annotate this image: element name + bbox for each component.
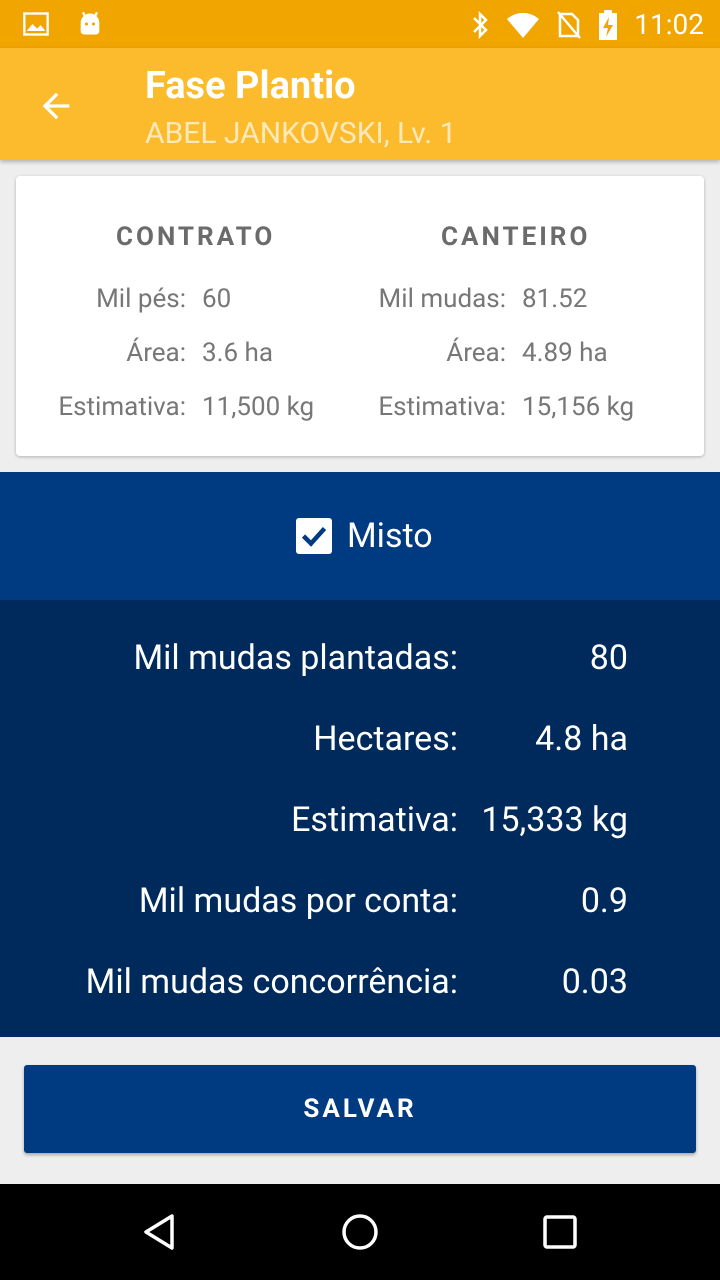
results-panel: Mil mudas plantadas: 80 Hectares: 4.8 ha… xyxy=(0,600,720,1037)
recents-square-icon[interactable] xyxy=(542,1214,578,1250)
result-value: 0.03 xyxy=(561,962,628,1002)
result-value: 0.9 xyxy=(580,881,628,921)
page-title: Fase Plantio xyxy=(145,64,356,108)
misto-checkbox[interactable] xyxy=(296,518,332,554)
canteiro-label: Área: xyxy=(446,338,506,368)
image-icon xyxy=(23,12,49,36)
home-circle-icon[interactable] xyxy=(340,1212,380,1252)
result-label: Estimativa: xyxy=(291,800,458,840)
result-value: 4.8 ha xyxy=(535,719,628,759)
wifi-icon xyxy=(507,12,540,38)
contrato-value: 11,500 kg xyxy=(202,392,315,422)
android-icon xyxy=(80,11,100,35)
canteiro-heading: CANTEIRO xyxy=(441,222,591,252)
contrato-label: Estimativa: xyxy=(58,392,186,422)
result-label: Mil mudas concorrência: xyxy=(85,962,458,1002)
canteiro-value: 4.89 ha xyxy=(522,338,608,368)
result-label: Mil mudas por conta: xyxy=(138,881,458,921)
misto-label[interactable]: Misto xyxy=(347,516,433,556)
result-label: Mil mudas plantadas: xyxy=(133,638,458,678)
contrato-label: Mil pés: xyxy=(96,284,186,314)
status-bar: 11:02 xyxy=(0,0,720,48)
save-button[interactable]: SALVAR xyxy=(24,1065,696,1153)
arrow-left-icon[interactable] xyxy=(36,86,76,126)
checkmark-icon xyxy=(301,526,327,547)
contrato-value: 3.6 ha xyxy=(202,338,273,368)
result-value: 80 xyxy=(589,638,628,678)
app-bar: Fase Plantio ABEL JANKOVSKI, Lv. 1 xyxy=(0,48,720,160)
canteiro-label: Estimativa: xyxy=(378,392,506,422)
status-time: 11:02 xyxy=(634,8,704,41)
contrato-heading: CONTRATO xyxy=(116,222,276,252)
result-label: Hectares: xyxy=(313,719,458,759)
no-sim-icon xyxy=(557,10,582,39)
page-subtitle: ABEL JANKOVSKI, Lv. 1 xyxy=(145,116,457,151)
bluetooth-icon xyxy=(473,10,489,39)
canteiro-value: 81.52 xyxy=(522,284,588,314)
navigation-bar xyxy=(0,1184,720,1280)
summary-card: CONTRATO Mil pés: 60 Área: 3.6 ha Estima… xyxy=(16,176,704,456)
contrato-label: Área: xyxy=(126,338,186,368)
result-value: 15,333 kg xyxy=(481,800,628,840)
canteiro-label: Mil mudas: xyxy=(378,284,506,314)
back-triangle-icon[interactable] xyxy=(140,1212,180,1252)
battery-charging-icon xyxy=(599,9,618,40)
canteiro-value: 15,156 kg xyxy=(522,392,635,422)
contrato-value: 60 xyxy=(202,284,232,314)
